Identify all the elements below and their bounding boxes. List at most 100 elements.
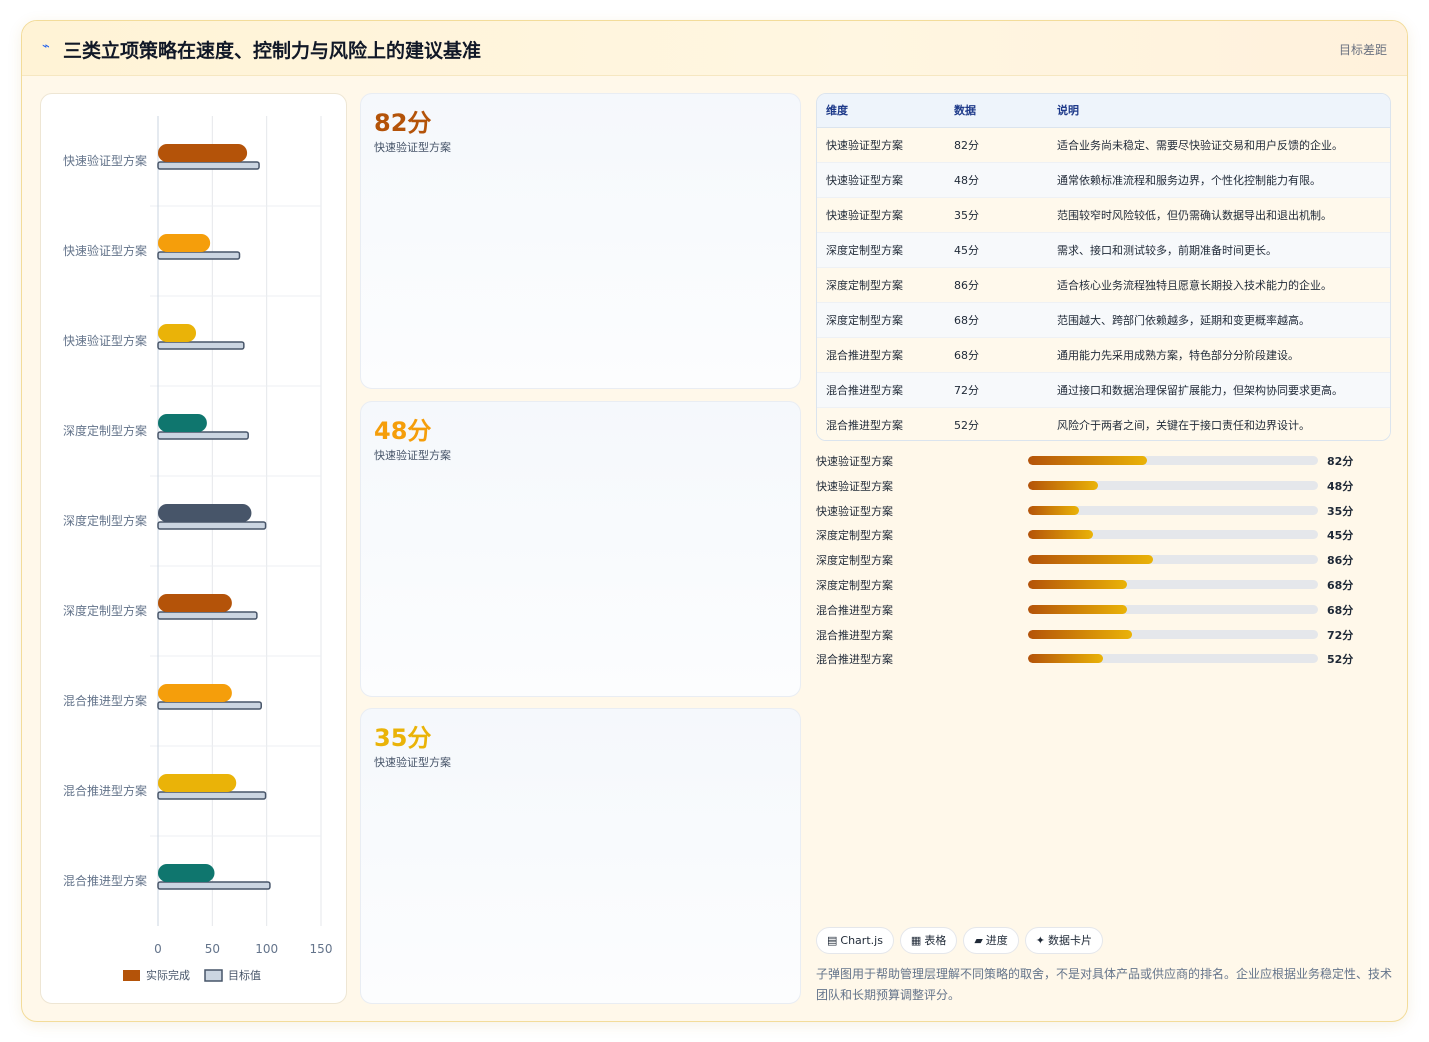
progress-label: 深度定制型方案 bbox=[816, 554, 893, 568]
progress-row: 深度定制型方案 45分 bbox=[816, 525, 1376, 550]
table-row: 快速验证型方案 82分 适合业务尚未稳定、需要尽快验证交易和用户反馈的企业。 bbox=[817, 127, 1390, 162]
cell-description: 通过接口和数据治理保留扩展能力，但架构协同要求更高。 bbox=[1057, 383, 1343, 397]
table-row: 深度定制型方案 86分 适合核心业务流程独特且愿意长期投入技术能力的企业。 bbox=[817, 267, 1390, 302]
data-table: 维度 数据 说明 快速验证型方案 82分 适合业务尚未稳定、需要尽快验证交易和用户反… bbox=[816, 93, 1391, 441]
card-value: 48分 bbox=[374, 417, 432, 445]
tag-chip[interactable]: ▰ 进度 bbox=[963, 927, 1019, 954]
x-tick-label: 50 bbox=[205, 942, 220, 956]
progress-row: 深度定制型方案 86分 bbox=[816, 550, 1376, 575]
tag-icon: ▰ bbox=[974, 934, 983, 947]
progress-track bbox=[1028, 456, 1318, 465]
progress-label: 混合推进型方案 bbox=[816, 603, 893, 617]
table-row: 快速验证型方案 48分 通常依赖标准流程和服务边界，个性化控制能力有限。 bbox=[817, 162, 1390, 197]
table-row: 混合推进型方案 68分 通用能力先采用成熟方案，特色部分分阶段建设。 bbox=[817, 337, 1390, 372]
progress-label: 混合推进型方案 bbox=[816, 628, 893, 642]
category-label: 快速验证型方案 bbox=[63, 153, 147, 168]
tag-label: 数据卡片 bbox=[1048, 934, 1093, 947]
x-tick-label: 0 bbox=[154, 942, 162, 956]
target-bar bbox=[157, 161, 260, 170]
legend-label-actual: 实际完成 bbox=[146, 968, 190, 982]
progress-label: 快速验证型方案 bbox=[816, 504, 893, 518]
footnote: 子弹图用于帮助管理层理解不同策略的取舍，不是对具体产品或供应商的排名。企业应根据… bbox=[816, 967, 1393, 1002]
progress-track bbox=[1028, 654, 1318, 664]
progress-track bbox=[1028, 480, 1318, 490]
progress-row: 混合推进型方案 68分 bbox=[816, 600, 1376, 625]
cell-dimension: 快速验证型方案 bbox=[826, 173, 903, 187]
cell-dimension: 深度定制型方案 bbox=[826, 313, 903, 327]
target-bar bbox=[157, 431, 249, 440]
cell-description: 适合业务尚未稳定、需要尽快验证交易和用户反馈的企业。 bbox=[1057, 138, 1343, 152]
progress-fill bbox=[1028, 629, 1133, 639]
category-label: 深度定制型方案 bbox=[63, 603, 147, 618]
cell-data: 68分 bbox=[954, 348, 979, 362]
actual-bar bbox=[158, 594, 232, 612]
actual-bar bbox=[158, 504, 252, 522]
progress-value: 68分 bbox=[1327, 603, 1354, 617]
tag-chip[interactable]: ▦ 表格 bbox=[899, 927, 958, 954]
target-bar bbox=[157, 251, 241, 260]
page-title: 三类立项策略在速度、控制力与风险上的建议基准 bbox=[63, 40, 482, 62]
table-header-row: 维度 数据 说明 bbox=[817, 94, 1390, 128]
progress-fill bbox=[1028, 604, 1127, 614]
progress-label: 快速验证型方案 bbox=[816, 479, 893, 493]
cell-description: 风险介于两者之间，关键在于接口责任和边界设计。 bbox=[1057, 418, 1310, 432]
column-header-data: 数据 bbox=[954, 94, 1057, 128]
cell-dimension: 混合推进型方案 bbox=[826, 348, 903, 362]
category-label: 快速验证型方案 bbox=[63, 333, 147, 348]
progress-fill bbox=[1028, 654, 1104, 664]
progress-value: 48分 bbox=[1327, 479, 1354, 493]
cell-description: 范围越大、跨部门依赖越多，延期和变更概率越高。 bbox=[1057, 313, 1310, 327]
progress-track bbox=[1028, 505, 1318, 515]
tag-chip[interactable]: ▤ Chart.js bbox=[816, 927, 894, 954]
cell-description: 范围较窄时风险较低，但仍需确认数据导出和退出机制。 bbox=[1057, 208, 1332, 222]
progress-row: 深度定制型方案 68分 bbox=[816, 575, 1376, 600]
cell-data: 35分 bbox=[954, 208, 979, 222]
progress-fill bbox=[1028, 555, 1153, 565]
progress-fill bbox=[1028, 480, 1098, 490]
cell-dimension: 深度定制型方案 bbox=[826, 278, 903, 292]
column-header-description: 说明 bbox=[1057, 94, 1390, 128]
progress-track bbox=[1028, 555, 1318, 565]
tag-label: Chart.js bbox=[840, 934, 883, 947]
target-bar bbox=[157, 341, 245, 350]
target-bar bbox=[157, 521, 267, 530]
table-row: 深度定制型方案 68分 范围越大、跨部门依赖越多，延期和变更概率越高。 bbox=[817, 302, 1390, 337]
tag-label: 进度 bbox=[985, 934, 1008, 947]
target-gap-label: 目标差距 bbox=[1338, 43, 1387, 57]
lightning-icon: ⌁ bbox=[42, 39, 50, 54]
progress-list: 快速验证型方案 82分 快速验证型方案 48分 快速验证型方案 35分 深度定制型方案 45分… bbox=[816, 451, 1376, 674]
tag-icon: ▤ bbox=[827, 934, 838, 947]
progress-fill bbox=[1028, 505, 1079, 515]
cell-description: 通常依赖标准流程和服务边界，个性化控制能力有限。 bbox=[1057, 173, 1321, 187]
stat-card: 48分 快速验证型方案 bbox=[360, 401, 801, 697]
table-row: 快速验证型方案 35分 范围较窄时风险较低，但仍需确认数据导出和退出机制。 bbox=[817, 197, 1390, 232]
card-value: 35分 bbox=[374, 724, 432, 752]
progress-value: 68分 bbox=[1327, 578, 1354, 592]
progress-track bbox=[1028, 530, 1318, 540]
cell-data: 52分 bbox=[954, 418, 979, 432]
cell-data: 86分 bbox=[954, 278, 979, 292]
target-bar bbox=[157, 791, 267, 800]
progress-row: 混合推进型方案 72分 bbox=[816, 625, 1376, 650]
tag-chip[interactable]: ✦ 数据卡片 bbox=[1024, 927, 1104, 954]
progress-row: 混合推进型方案 52分 bbox=[816, 649, 1376, 674]
progress-track bbox=[1028, 604, 1318, 614]
actual-bar bbox=[158, 864, 215, 882]
bullet-chart-panel: 快速验证型方案 快速验证型方案 快速验证型方案 深度定制型方案 深度定制型方案 深度定制型… bbox=[40, 93, 347, 1004]
dashboard-frame: ⌁ 三类立项策略在速度、控制力与风险上的建议基准 目标差距 快速验证型方案 快速验… bbox=[21, 20, 1408, 1022]
actual-bar bbox=[158, 774, 237, 792]
category-label: 深度定制型方案 bbox=[63, 423, 147, 438]
progress-label: 混合推进型方案 bbox=[816, 653, 893, 667]
stat-card: 82分 快速验证型方案 bbox=[360, 93, 801, 389]
card-label: 快速验证型方案 bbox=[374, 141, 451, 154]
target-bar bbox=[157, 611, 258, 620]
actual-bar bbox=[158, 234, 211, 252]
progress-value: 45分 bbox=[1327, 529, 1354, 543]
card-value: 82分 bbox=[374, 109, 432, 137]
table-row: 混合推进型方案 72分 通过接口和数据治理保留扩展能力，但架构协同要求更高。 bbox=[817, 372, 1390, 407]
column-header-dimension: 维度 bbox=[817, 94, 954, 128]
progress-track bbox=[1028, 579, 1318, 589]
tag-icon: ✦ bbox=[1035, 934, 1046, 947]
legend-swatch-actual bbox=[123, 970, 140, 981]
progress-value: 82分 bbox=[1327, 455, 1354, 468]
